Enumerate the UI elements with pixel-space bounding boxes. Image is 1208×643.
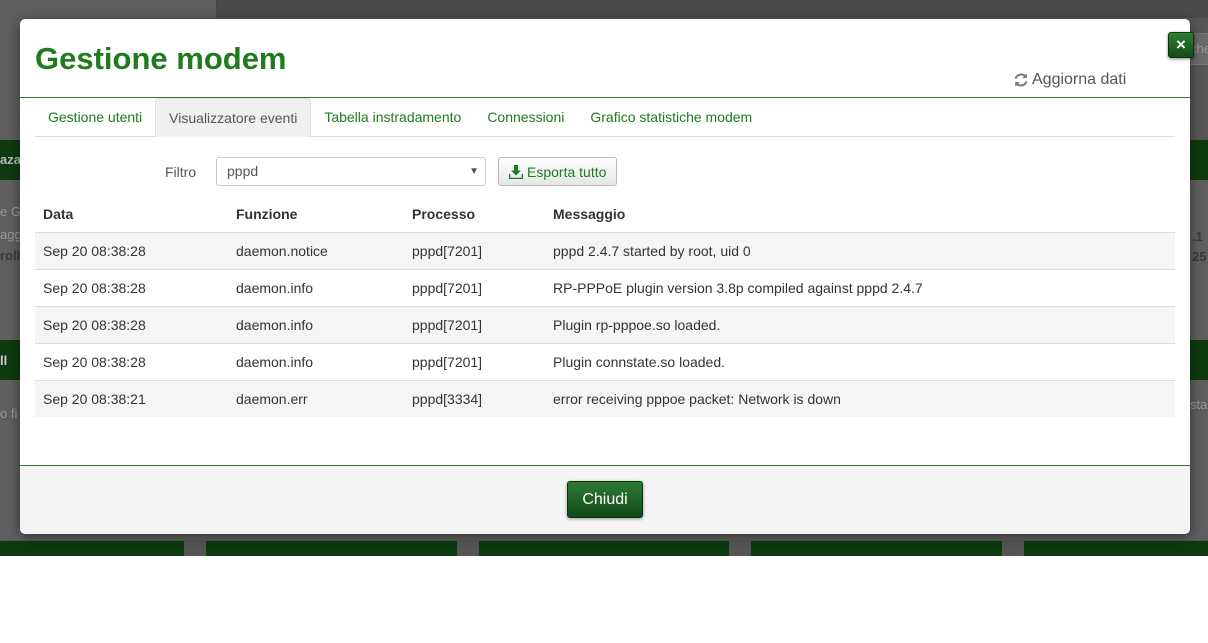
export-all-label: Esporta tutto [527, 163, 607, 180]
column-header-function[interactable]: Funzione [228, 196, 404, 233]
bg-text-fragment: e G [0, 204, 21, 219]
bg-tile [1024, 541, 1208, 556]
table-header-row: Data Funzione Processo Messaggio [35, 196, 1175, 233]
refresh-data-button[interactable]: Aggiorna dati [1013, 71, 1126, 89]
cell-message: error receiving pppoe packet: Network is… [545, 380, 1175, 417]
tab-bar: Gestione utenti Visualizzatore eventi Ta… [35, 98, 1175, 137]
cell-date: Sep 20 08:38:28 [35, 343, 228, 381]
bg-text-fragment: .1 [1192, 229, 1203, 244]
cell-message: RP-PPPoE plugin version 3.8p compiled ag… [545, 269, 1175, 307]
cell-message: Plugin rp-pppoe.so loaded. [545, 306, 1175, 344]
cell-process: pppd[7201] [404, 269, 545, 307]
cell-function: daemon.info [228, 269, 404, 307]
close-button[interactable]: Chiudi [567, 481, 643, 518]
bg-text-fragment: ll [0, 353, 8, 368]
export-all-button[interactable]: Esporta tutto [498, 157, 618, 186]
table-row: Sep 20 08:38:28 daemon.info pppd[7201] R… [35, 269, 1175, 307]
page-title: Gestione modem [35, 41, 287, 76]
events-table: Data Funzione Processo Messaggio Sep 20 … [35, 196, 1175, 417]
cell-function: daemon.info [228, 306, 404, 344]
cell-date: Sep 20 08:38:28 [35, 306, 228, 344]
cell-function: daemon.notice [228, 232, 404, 270]
cell-date: Sep 20 08:38:28 [35, 269, 228, 307]
download-icon [509, 164, 523, 179]
cell-message: Plugin connstate.so loaded. [545, 343, 1175, 381]
bg-text-fragment: agg [0, 227, 22, 242]
table-row: Sep 20 08:38:21 daemon.err pppd[3334] er… [35, 380, 1175, 417]
bg-tile [206, 541, 457, 556]
bg-text-fragment: roll [0, 248, 21, 263]
refresh-icon [1014, 73, 1028, 87]
cell-date: Sep 20 08:38:28 [35, 232, 228, 270]
bg-text-fragment: sta [1190, 397, 1208, 412]
tab-modem-statistics-chart[interactable]: Grafico statistiche modem [577, 98, 765, 136]
tab-connections[interactable]: Connessioni [474, 98, 577, 136]
filter-select[interactable]: pppd ▼ [216, 157, 486, 186]
filter-selected-value: pppd [227, 163, 259, 179]
caret-down-icon: ▼ [469, 166, 479, 177]
cell-process: pppd[7201] [404, 306, 545, 344]
filter-label: Filtro [165, 164, 197, 180]
cell-function: daemon.err [228, 380, 404, 417]
bg-text-fragment: o fi [0, 406, 18, 421]
column-header-process[interactable]: Processo [404, 196, 545, 233]
bg-tile [479, 541, 729, 556]
cell-process: pppd[7201] [404, 343, 545, 381]
refresh-label: Aggiorna dati [1032, 71, 1127, 88]
cell-process: pppd[7201] [404, 232, 545, 270]
close-icon[interactable]: × [1168, 32, 1194, 58]
table-row: Sep 20 08:38:28 daemon.info pppd[7201] P… [35, 306, 1175, 344]
tab-routing-table[interactable]: Tabella instradamento [311, 98, 474, 136]
bg-text-fragment: aza [0, 152, 21, 167]
modal-footer: Chiudi [20, 465, 1190, 534]
column-header-message[interactable]: Messaggio [545, 196, 1175, 233]
table-row: Sep 20 08:38:28 daemon.info pppd[7201] P… [35, 343, 1175, 381]
table-row: Sep 20 08:38:28 daemon.notice pppd[7201]… [35, 232, 1175, 270]
cell-process: pppd[3334] [404, 380, 545, 417]
bg-tile [751, 541, 1002, 556]
modem-management-modal: × Gestione modem Aggiorna dati Gestione … [20, 19, 1194, 534]
cell-function: daemon.info [228, 343, 404, 381]
bg-text-fragment: 25 [1192, 249, 1207, 264]
column-header-date[interactable]: Data [35, 196, 228, 233]
tab-event-viewer[interactable]: Visualizzatore eventi [155, 98, 312, 137]
bg-tile [0, 541, 184, 556]
tab-user-management[interactable]: Gestione utenti [35, 98, 155, 136]
cell-date: Sep 20 08:38:21 [35, 380, 228, 417]
cell-message: pppd 2.4.7 started by root, uid 0 [545, 232, 1175, 270]
